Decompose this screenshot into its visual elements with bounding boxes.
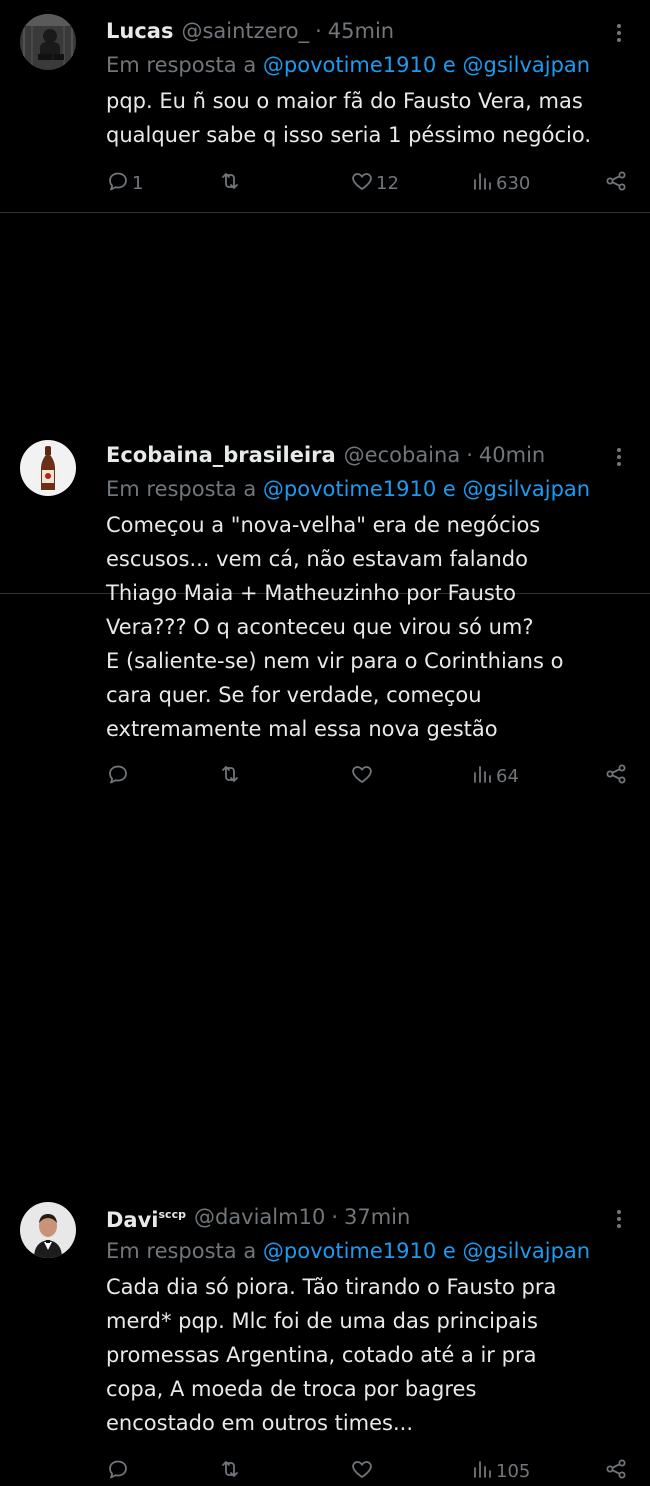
tweet-actions: 105 [106, 1456, 628, 1486]
views-button[interactable]: 105 [470, 1456, 530, 1486]
share-button[interactable] [604, 1456, 628, 1486]
reply-context: Em resposta a @povotime1910 e @gsilvajpa… [106, 48, 630, 82]
like-button[interactable]: 12 [350, 168, 399, 198]
user-handle[interactable]: @saintzero_ [181, 14, 309, 48]
avatar[interactable] [20, 14, 76, 70]
avatar[interactable] [20, 1202, 76, 1258]
view-count: 105 [496, 1460, 531, 1482]
timeline: Lucas @saintzero_ · 45min Em resposta a … [0, 0, 650, 1482]
timestamp[interactable]: 40min [479, 438, 545, 472]
reply-prefix: Em resposta a [106, 1239, 257, 1263]
user-handle[interactable]: @ecobaina [344, 438, 461, 472]
mention-conjunction: e [442, 1239, 456, 1263]
tweet-body: Davisccp @davialm10 · 37min Em resposta … [106, 1200, 630, 1440]
mention-link[interactable]: @gsilvajpan [463, 477, 591, 501]
more-icon[interactable] [608, 1206, 630, 1228]
tweet[interactable]: Davisccp @davialm10 · 37min Em resposta … [0, 594, 650, 1482]
reply-context: Em resposta a @povotime1910 e @gsilvajpa… [106, 1234, 630, 1268]
reply-icon [106, 169, 130, 198]
views-icon [470, 1457, 494, 1486]
tweet-body: Lucas @saintzero_ · 45min Em resposta a … [106, 14, 630, 152]
timestamp[interactable]: 45min [328, 14, 394, 48]
display-name-superscript: sccp [158, 1207, 186, 1221]
reply-context: Em resposta a @povotime1910 e @gsilvajpa… [106, 472, 630, 506]
mention-link[interactable]: @gsilvajpan [463, 1239, 591, 1263]
like-icon [350, 169, 374, 198]
views-button[interactable]: 630 [470, 168, 530, 198]
display-name[interactable]: Lucas [106, 14, 173, 48]
reply-icon [106, 1457, 130, 1486]
like-icon [350, 1457, 374, 1486]
reply-count: 1 [132, 172, 144, 194]
tweet-actions: 1 12 630 [106, 168, 628, 198]
display-name[interactable]: Davisccp [106, 1198, 186, 1237]
mention-conjunction: e [442, 477, 456, 501]
mention-link[interactable]: @povotime1910 [263, 1239, 436, 1263]
timestamp[interactable]: 37min [344, 1200, 410, 1234]
like-button[interactable] [350, 1456, 376, 1486]
retweet-icon [218, 169, 242, 198]
display-name-text: Davi [106, 1207, 159, 1232]
avatar[interactable] [20, 440, 76, 496]
retweet-icon [218, 1457, 242, 1486]
mention-link[interactable]: @povotime1910 [263, 477, 436, 501]
tweet-text: Cada dia só piora. Tão tirando o Fausto … [106, 1275, 557, 1435]
views-icon [470, 169, 494, 198]
more-icon[interactable] [608, 444, 630, 466]
tweet-header: Davisccp @davialm10 · 37min [106, 1200, 630, 1234]
display-name[interactable]: Ecobaina_brasileira [106, 438, 336, 472]
share-button[interactable] [604, 168, 628, 198]
mention-conjunction: e [442, 53, 456, 77]
separator: · [331, 1205, 338, 1229]
tweet[interactable]: Ecobaina_brasileira @ecobaina · 40min Em… [0, 213, 650, 787]
reply-prefix: Em resposta a [106, 53, 257, 77]
separator: · [315, 19, 322, 43]
tweet-header: Ecobaina_brasileira @ecobaina · 40min [106, 438, 630, 472]
share-icon [604, 169, 628, 198]
separator: · [466, 443, 473, 467]
view-count: 630 [496, 172, 531, 194]
tweet-header: Lucas @saintzero_ · 45min [106, 14, 630, 48]
retweet-button[interactable] [218, 1456, 244, 1486]
like-count: 12 [376, 172, 399, 194]
reply-button[interactable] [106, 1456, 132, 1486]
mention-link[interactable]: @gsilvajpan [463, 53, 591, 77]
mention-link[interactable]: @povotime1910 [263, 53, 436, 77]
tweet[interactable]: Lucas @saintzero_ · 45min Em resposta a … [0, 0, 650, 213]
more-icon[interactable] [608, 20, 630, 42]
reply-prefix: Em resposta a [106, 477, 257, 501]
reply-button[interactable]: 1 [106, 168, 143, 198]
retweet-button[interactable] [218, 168, 244, 198]
share-icon [604, 1457, 628, 1486]
user-handle[interactable]: @davialm10 [194, 1200, 325, 1234]
tweet-text: pqp. Eu ñ sou o maior fã do Fausto Vera,… [106, 89, 591, 147]
